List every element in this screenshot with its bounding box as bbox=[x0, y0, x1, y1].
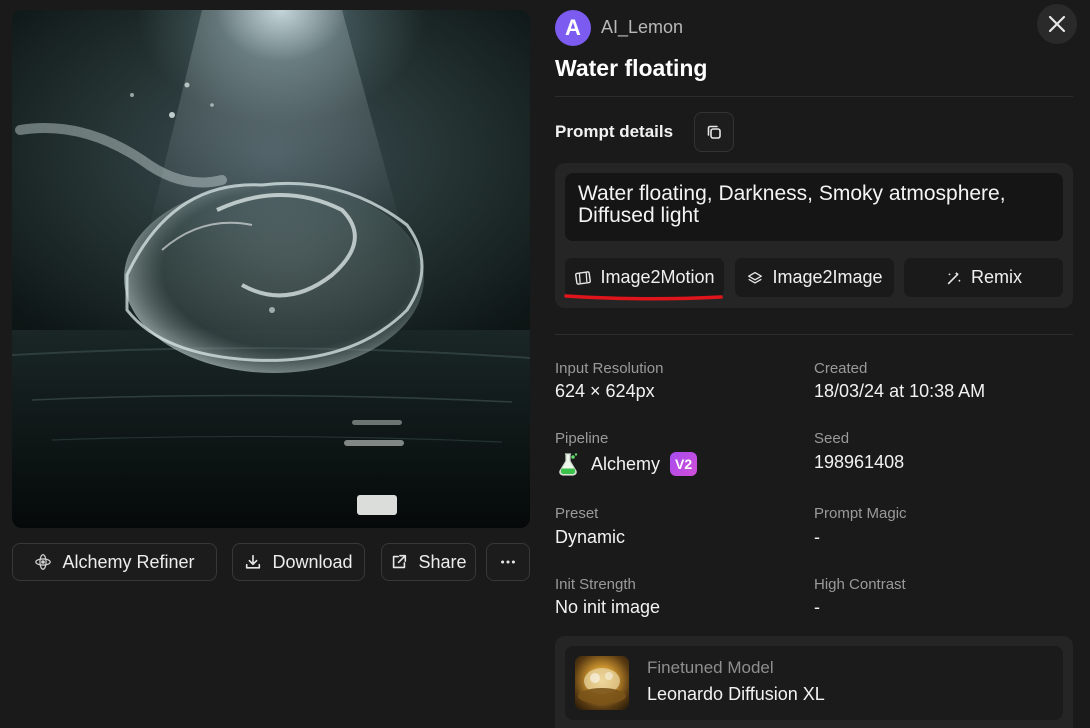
close-icon bbox=[1048, 15, 1066, 33]
download-icon bbox=[246, 554, 261, 569]
preset-value: Dynamic bbox=[555, 527, 626, 547]
pipeline-name: Alchemy bbox=[591, 453, 661, 474]
alchemy-refiner-button[interactable]: Alchemy Refiner bbox=[12, 543, 217, 581]
created-value: 18/03/24 at 10:38 AM bbox=[814, 381, 986, 401]
image2image-button[interactable]: Image2Image bbox=[735, 258, 894, 297]
prompt-magic-value: - bbox=[814, 527, 820, 547]
pipeline-version-badge: V2 bbox=[670, 452, 698, 476]
film-icon bbox=[575, 270, 592, 285]
prompt-card: Water floating, Darkness, Smoky atmosphe… bbox=[555, 163, 1073, 308]
prompt-details-label: Prompt details bbox=[555, 122, 674, 141]
init-strength-value: No init image bbox=[555, 597, 661, 617]
download-label: Download bbox=[272, 551, 353, 572]
image2motion-label: Image2Motion bbox=[600, 267, 715, 287]
pipeline-value: Alchemy V2 bbox=[555, 451, 698, 477]
remix-button[interactable]: Remix bbox=[904, 258, 1063, 297]
alchemy-refiner-label: Alchemy Refiner bbox=[62, 551, 195, 572]
header-divider bbox=[555, 96, 1073, 97]
potion-flask-icon bbox=[559, 453, 578, 476]
prompt-text: Water floating, Darkness, Smoky atmosphe… bbox=[565, 173, 1063, 241]
model-thumbnail-art bbox=[578, 668, 626, 704]
share-label: Share bbox=[418, 551, 467, 572]
init-strength-label: Init Strength bbox=[555, 576, 636, 593]
download-button[interactable]: Download bbox=[232, 543, 365, 581]
copy-icon bbox=[707, 125, 721, 139]
more-horizontal-icon bbox=[501, 560, 515, 564]
prompt-divider bbox=[555, 334, 1073, 335]
finetuned-model-label: Finetuned Model bbox=[647, 658, 774, 677]
annotation-underline bbox=[564, 294, 723, 301]
high-contrast-label: High Contrast bbox=[814, 576, 906, 593]
user-avatar[interactable]: A bbox=[555, 10, 591, 46]
generated-image[interactable] bbox=[12, 10, 530, 528]
close-button[interactable] bbox=[1037, 4, 1077, 44]
copy-prompt-button[interactable] bbox=[694, 112, 734, 152]
finetuned-model-card: Finetuned Model Leonardo Diffusion XL bbox=[555, 636, 1073, 728]
seed-label: Seed bbox=[814, 430, 850, 447]
image2image-label: Image2Image bbox=[772, 267, 883, 287]
image-detail-modal: Alchemy Refiner Download Share A AI_Lemo… bbox=[0, 0, 1090, 728]
prompt-magic-label: Prompt Magic bbox=[814, 505, 907, 522]
input-resolution-label: Input Resolution bbox=[555, 360, 664, 377]
external-link-icon bbox=[393, 554, 407, 569]
created-label: Created bbox=[814, 360, 868, 377]
layers-icon bbox=[748, 271, 763, 284]
preset-label: Preset bbox=[555, 505, 599, 522]
seed-value[interactable]: 198961408 bbox=[814, 452, 904, 473]
pipeline-label: Pipeline bbox=[555, 430, 609, 447]
finetuned-model-item[interactable]: Finetuned Model Leonardo Diffusion XL bbox=[565, 646, 1063, 720]
atom-icon bbox=[35, 554, 52, 570]
more-options-button[interactable] bbox=[486, 543, 530, 581]
water-splash-artwork bbox=[12, 10, 530, 528]
username[interactable]: AI_Lemon bbox=[601, 17, 683, 38]
magic-wand-icon bbox=[947, 271, 961, 284]
share-button[interactable]: Share bbox=[381, 543, 476, 581]
generation-title: Water floating bbox=[555, 55, 708, 81]
input-resolution-value: 624 × 624px bbox=[555, 381, 655, 401]
finetuned-model-name: Leonardo Diffusion XL bbox=[647, 684, 825, 704]
model-thumbnail bbox=[575, 656, 629, 710]
remix-label: Remix bbox=[970, 267, 1022, 287]
high-contrast-value: - bbox=[814, 597, 820, 617]
